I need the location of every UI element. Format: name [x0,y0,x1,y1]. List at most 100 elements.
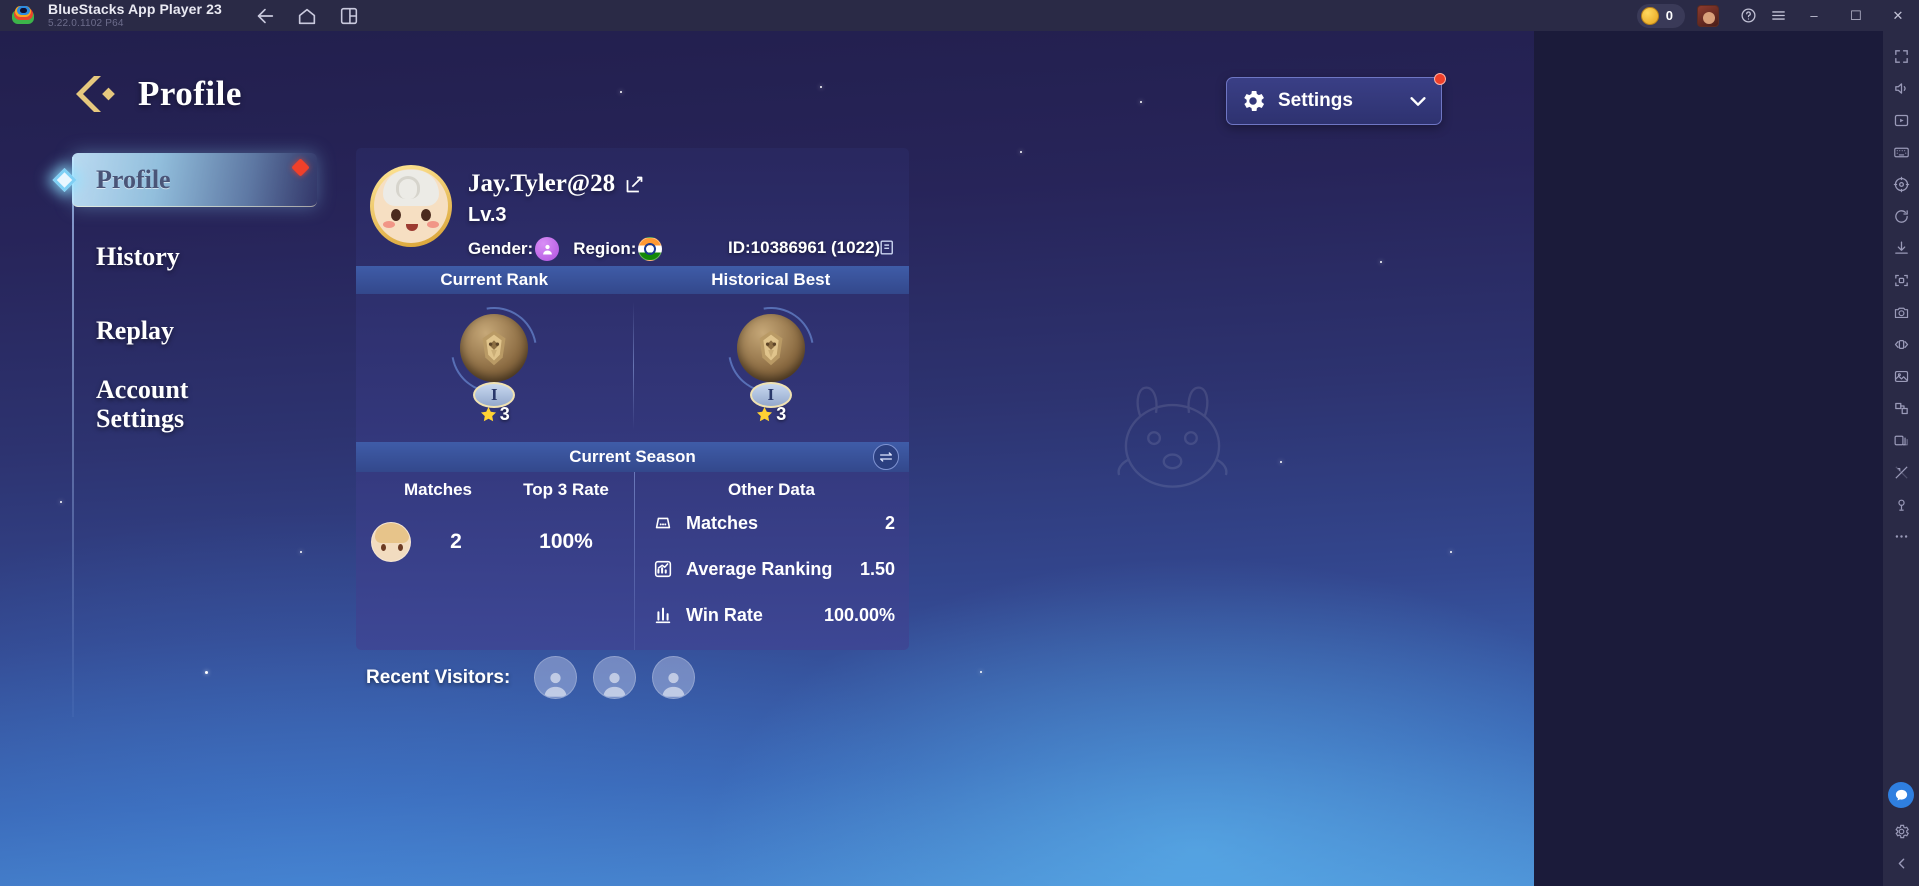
fullscreen-icon[interactable] [1886,41,1916,71]
coin-icon [1640,6,1659,25]
stat-row-matches: Matches 2 [634,500,909,546]
close-button[interactable]: ✕ [1877,0,1919,31]
minimize-button[interactable]: – [1793,0,1835,31]
hero-top3-value: 100% [539,530,593,553]
settings-notification-dot [1434,73,1446,85]
settings-button[interactable]: Settings [1226,73,1446,125]
coin-balance[interactable]: 0 [1636,3,1685,28]
historical-best-block[interactable]: I 3 [633,290,910,442]
stat-value: 1.50 [859,558,895,579]
sidebar-item-account-settings[interactable]: Account Settings [72,375,317,447]
stats-right-panel: Other Data Matches 2 Average Ranking 1.5… [634,472,909,650]
page-header: Profile [70,71,242,117]
settings-gear-icon[interactable] [1886,816,1916,846]
titlebar-nav [254,5,360,27]
tier-badge: I [749,382,792,408]
chat-support-icon[interactable] [1888,782,1914,808]
stats-left-headers: Matches Top 3 Rate [356,472,634,500]
profile-card: Jay.Tyler@28 Lv.3 Gender: Region: ID:103… [356,148,909,650]
win-rate-icon [652,604,674,626]
volume-icon[interactable] [1886,73,1916,103]
recent-visitors-label: Recent Visitors: [366,666,511,688]
visitor-slot[interactable] [534,656,578,699]
sidebar-item-profile[interactable]: Profile [52,153,317,207]
swap-icon[interactable] [873,444,899,470]
matches-icon [652,512,674,534]
multi-instance-icon[interactable] [1886,425,1916,455]
recent-visitors: Recent Visitors: [366,656,696,699]
rank-headers: Current Rank Historical Best [356,266,909,294]
eco-mode-icon[interactable] [1886,489,1916,519]
multi-instance-icon[interactable] [338,5,360,27]
back-icon[interactable] [254,5,276,27]
rank-divider [632,302,634,430]
hero-matches-value: 2 [450,530,462,553]
profile-header: Jay.Tyler@28 Lv.3 Gender: Region: ID:103… [356,148,909,266]
username: Jay.Tyler@28 [468,170,616,197]
sidebar-item-label: Account Settings [96,375,189,434]
maximize-button[interactable]: ☐ [1835,0,1877,31]
edit-icon[interactable] [624,174,645,195]
historical-best-header: Historical Best [711,270,831,289]
matches-header: Matches [403,480,473,499]
bluestacks-sidebar [1883,31,1919,886]
stats-divider [634,472,635,650]
location-icon[interactable] [1886,169,1916,199]
camera-icon[interactable] [1886,297,1916,327]
gender-female-icon [535,237,560,261]
chevron-down-icon [1407,90,1429,112]
macro-icon[interactable] [1886,393,1916,423]
install-apk-icon[interactable] [1886,233,1916,263]
gallery-icon[interactable] [1886,361,1916,391]
stat-row-average-ranking: Average Ranking 1.50 [634,546,909,592]
shake-icon[interactable] [1886,329,1916,359]
rotate-icon[interactable] [1886,201,1916,231]
current-rank-header: Current Rank [440,270,549,289]
collapse-rail-icon[interactable] [1886,848,1916,878]
app-title-block: BlueStacks App Player 23 5.22.0.1102 P64 [48,2,222,29]
stat-value: 2 [884,512,895,533]
sidebar-item-label: Profile [96,164,171,194]
profile-meta-row: Gender: Region: [468,237,663,261]
visitor-slot[interactable] [652,656,696,699]
stats-left-panel: Matches Top 3 Rate 2 100% [356,472,634,650]
season-title: Current Season [569,447,696,466]
gender-label: Gender: [468,239,534,258]
username-row: Jay.Tyler@28 [468,170,645,198]
screenshot-icon[interactable] [1886,265,1916,295]
mascot-watermark [1117,386,1228,488]
more-icon[interactable] [1886,521,1916,551]
top3-rate-header: Top 3 Rate [523,480,609,499]
sidebar-item-replay[interactable]: Replay [72,303,317,359]
other-data-header: Other Data [728,480,815,499]
hero-avatar[interactable] [371,522,411,562]
keyboard-icon[interactable] [1886,137,1916,167]
game-viewport: Profile Settings Profile History Replay … [0,31,1534,886]
sidebar-item-history[interactable]: History [72,229,317,285]
copy-icon[interactable] [878,238,897,257]
player-level: Lv.3 [468,204,507,226]
media-icon[interactable] [1886,105,1916,135]
avatar[interactable] [370,165,452,247]
settings-label: Settings [1278,90,1353,111]
stat-row-champion-rate: Champion Rate 50.00% [634,638,909,650]
stats-zone: Matches Top 3 Rate 2 100% Other Data Mat… [356,472,909,650]
active-diamond-icon [52,167,77,192]
help-icon[interactable] [1733,0,1763,31]
stat-value: 100.00% [823,604,895,625]
visitor-slot[interactable] [593,656,637,699]
trim-icon[interactable] [1886,457,1916,487]
bluestacks-logo-icon [12,5,34,27]
menu-icon[interactable] [1763,0,1793,31]
eagle-medal-icon [434,290,555,410]
current-rank-block[interactable]: I 3 [356,290,633,442]
back-chevron-icon[interactable] [70,71,120,117]
home-icon[interactable] [296,5,318,27]
stat-label: Matches [686,512,759,533]
eagle-medal-icon [710,290,831,410]
sidebar-item-label: Replay [96,316,174,346]
sidebar-item-label: History [96,242,180,272]
user-avatar-button[interactable] [1697,4,1719,27]
tier-label: I [490,385,498,404]
stat-row-win-rate: Win Rate 100.00% [634,592,909,638]
